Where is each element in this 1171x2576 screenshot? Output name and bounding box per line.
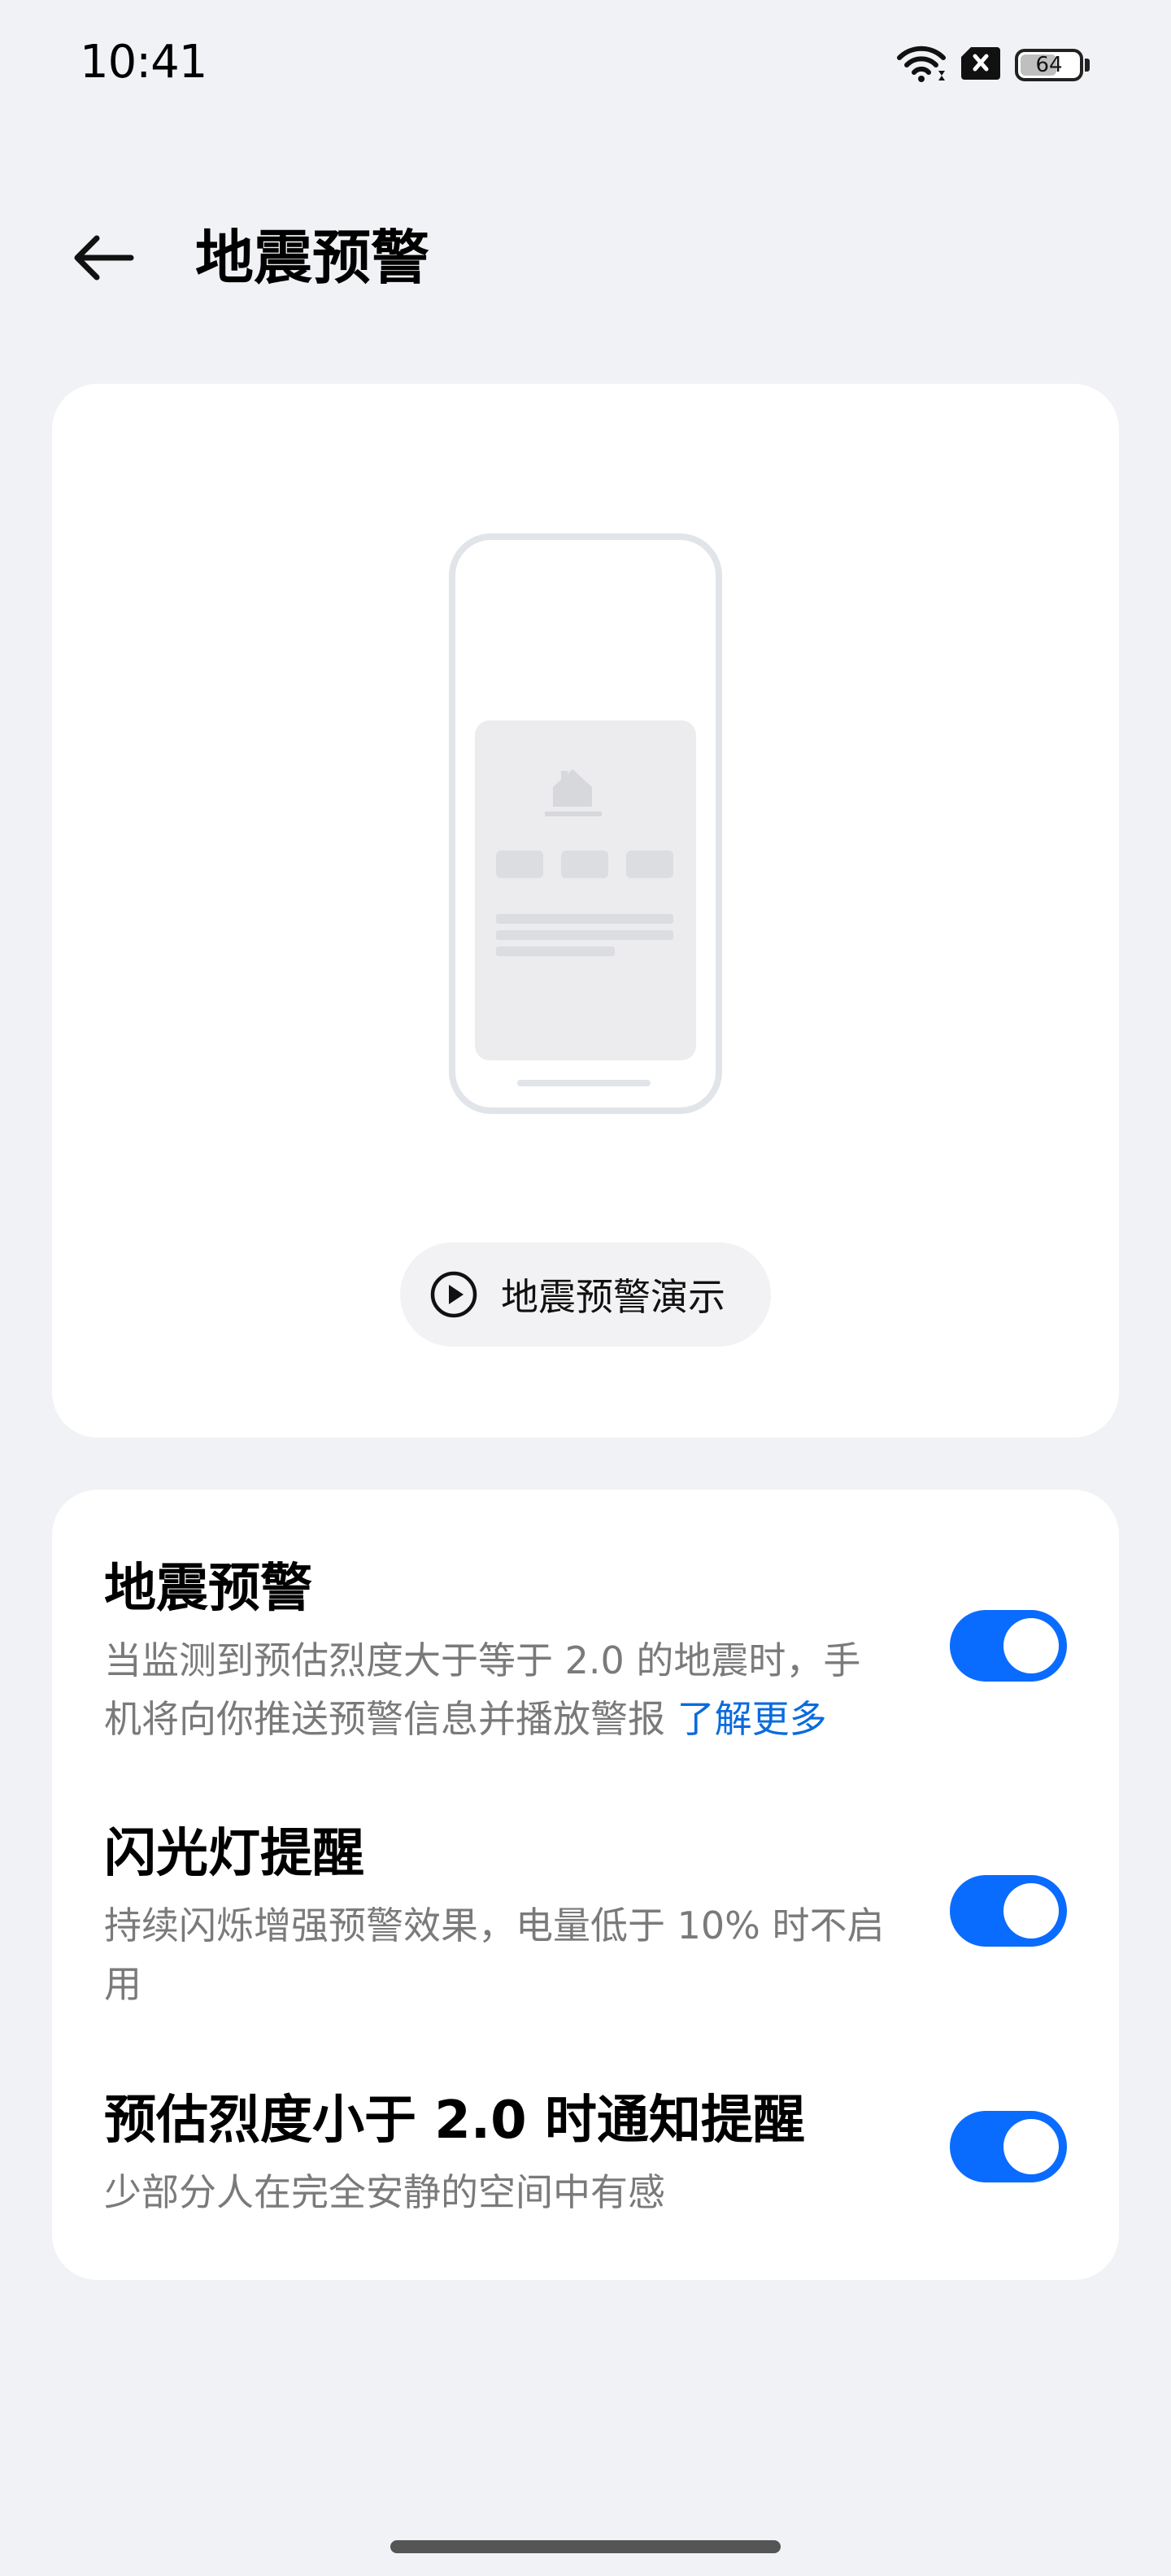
low-intensity-notify-toggle[interactable] — [950, 2111, 1067, 2182]
setting-title: 地震预警 — [104, 1559, 312, 1619]
wifi-icon — [896, 43, 947, 87]
play-circle-icon — [430, 1271, 477, 1318]
home-indicator[interactable] — [390, 2540, 781, 2553]
settings-card: 地震预警 当监测到预估烈度大于等于 2.0 的地震时，手机将向你推送预警信息并播… — [52, 1490, 1119, 2280]
header: 地震预警 — [0, 187, 1171, 317]
arrow-left-icon — [74, 235, 134, 281]
page-title: 地震预警 — [195, 224, 430, 292]
status-bar: 10:41 64 — [0, 0, 1171, 130]
battery-icon: 64 — [1015, 49, 1090, 81]
setting-title: 闪光灯提醒 — [104, 1824, 364, 1884]
setting-description: 少部分人在完全安静的空间中有感 — [104, 2170, 665, 2214]
flash-alert-toggle[interactable] — [950, 1875, 1067, 1947]
setting-description: 当监测到预估烈度大于等于 2.0 的地震时，手机将向你推送预警信息并播放警报 了… — [104, 1638, 861, 1741]
setting-title: 预估烈度小于 2.0 时通知提醒 — [104, 2091, 805, 2151]
demo-button[interactable]: 地震预警演示 — [400, 1242, 771, 1347]
setting-earthquake-warning: 地震预警 当监测到预估烈度大于等于 2.0 的地震时，手机将向你推送预警信息并播… — [104, 1556, 1067, 1748]
setting-flash-alert: 闪光灯提醒 持续闪烁增强预警效果，电量低于 10% 时不启用 — [104, 1821, 1067, 2013]
back-button[interactable] — [67, 221, 140, 294]
status-time: 10:41 — [80, 36, 207, 89]
earthquake-warning-toggle[interactable] — [950, 1610, 1067, 1682]
learn-more-link[interactable]: 了解更多 — [677, 1697, 827, 1741]
illustration-card: 地震预警演示 — [52, 384, 1119, 1438]
no-sim-icon — [961, 46, 1000, 85]
setting-low-intensity-notify: 预估烈度小于 2.0 时通知提醒 少部分人在完全安静的空间中有感 — [104, 2088, 1067, 2221]
setting-description: 持续闪烁增强预警效果，电量低于 10% 时不启用 — [104, 1904, 885, 2006]
status-icons: 64 — [896, 42, 1090, 88]
demo-button-label: 地震预警演示 — [501, 1275, 725, 1319]
phone-illustration — [449, 533, 722, 1114]
battery-level: 64 — [1015, 49, 1083, 81]
